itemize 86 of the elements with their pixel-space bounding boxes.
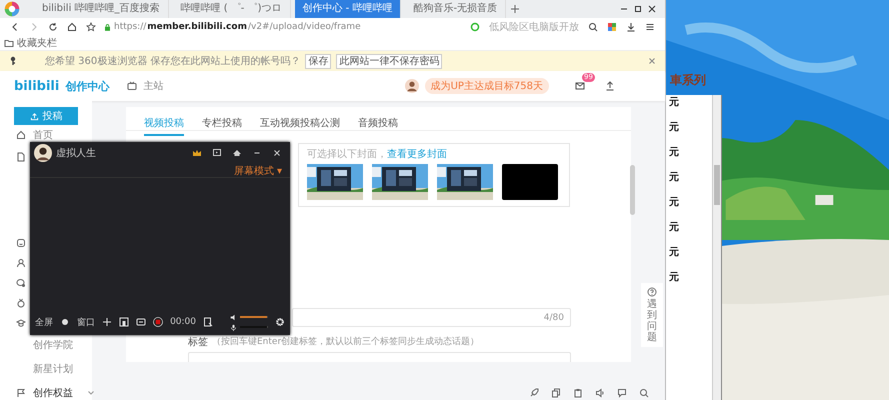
folder-icon: [4, 38, 14, 48]
sidebar-item[interactable]: 新星计划: [33, 362, 73, 376]
list-item[interactable]: 元: [669, 147, 712, 159]
rocket-icon[interactable]: [529, 388, 539, 398]
cover-thumbnail[interactable]: [502, 164, 558, 200]
new-tab-icon[interactable]: [510, 4, 520, 14]
upload-icon[interactable]: [605, 81, 615, 91]
speaker-icon[interactable]: [595, 388, 605, 398]
bookmarks-folder[interactable]: 收藏夹栏: [17, 36, 57, 50]
help-icon: [647, 287, 657, 297]
home-icon[interactable]: [16, 130, 26, 140]
graduation-cap-icon[interactable]: [16, 318, 26, 328]
clip-icon[interactable]: [203, 317, 213, 327]
search-icon[interactable]: [639, 388, 649, 398]
document-icon[interactable]: [16, 152, 26, 162]
close-icon[interactable]: [272, 148, 282, 158]
message-icon[interactable]: [575, 81, 585, 91]
window-option[interactable]: 窗口: [77, 316, 95, 328]
help-button[interactable]: 遇到问题: [641, 283, 663, 347]
list-item[interactable]: 元: [669, 172, 712, 184]
list-item[interactable]: 元: [669, 272, 712, 284]
medal-icon[interactable]: [16, 298, 26, 308]
upload-icon: [30, 112, 38, 120]
sidebar-item[interactable]: 首页: [33, 128, 53, 142]
character-counter: 4/80: [544, 312, 564, 322]
recording-time: 00:00: [170, 317, 196, 327]
circle-icon: [470, 22, 480, 32]
key-icon: [8, 56, 18, 66]
tv-icon: [127, 81, 138, 91]
camera-frame-icon[interactable]: [119, 317, 129, 327]
password-bar-button[interactable]: 保存: [305, 54, 332, 68]
clipboard-icon[interactable]: [573, 388, 583, 398]
restore-icon[interactable]: [633, 4, 643, 14]
browser-logo-icon[interactable]: [4, 1, 20, 17]
address-bar[interactable]: https://member.bilibili.com/v2#/upload/video/frame: [105, 22, 461, 32]
screen-icon[interactable]: [212, 148, 222, 158]
apps-icon[interactable]: [607, 22, 617, 32]
list-item[interactable]: 元: [669, 247, 712, 259]
person-icon[interactable]: [16, 258, 26, 268]
chat-icon[interactable]: [617, 388, 627, 398]
browser-tab[interactable]: 创作中心 - 哔哩哔哩: [294, 0, 402, 18]
tag-field[interactable]: [188, 352, 571, 362]
cover-hint: 可选择以下封面，: [307, 149, 387, 160]
list-item[interactable]: 元: [669, 122, 712, 134]
copy-icon[interactable]: [551, 388, 561, 398]
crown-icon[interactable]: [192, 148, 202, 158]
plus-icon[interactable]: [102, 317, 112, 327]
microphone-icon[interactable]: [230, 324, 237, 330]
avatar-icon[interactable]: [34, 144, 52, 162]
scrollbar[interactable]: [712, 95, 721, 400]
list-item[interactable]: 元: [669, 222, 712, 234]
scrollbar-thumb[interactable]: [630, 165, 635, 215]
menu-icon[interactable]: [645, 22, 655, 32]
list-item[interactable]: 元: [669, 197, 712, 209]
fullscreen-option[interactable]: 全屏: [35, 316, 53, 328]
main-site-link[interactable]: 主站: [143, 79, 164, 93]
username[interactable]: 虚拟人生: [56, 146, 96, 160]
chat-icon[interactable]: [16, 278, 26, 288]
volume-icon[interactable]: [230, 314, 237, 320]
sidebar-item[interactable]: 创作权益: [33, 386, 73, 400]
upload-tab[interactable]: 音频投稿: [358, 116, 398, 134]
download-icon[interactable]: [626, 22, 636, 32]
upload-tab[interactable]: 专栏投稿: [202, 116, 242, 134]
home-icon[interactable]: [232, 148, 242, 158]
sidebar-item[interactable]: 创作学院: [33, 338, 73, 352]
close-icon[interactable]: [647, 4, 657, 14]
site-title: 创作中心: [65, 78, 110, 94]
tag-label: 标签: [188, 336, 208, 349]
upload-tab[interactable]: 互动视频投稿公测: [260, 116, 340, 134]
radio-dot-icon[interactable]: [60, 317, 70, 327]
settings-icon[interactable]: [275, 317, 285, 327]
avatar-icon[interactable]: [404, 79, 419, 93]
back-icon[interactable]: [10, 22, 20, 32]
smile-icon[interactable]: [16, 238, 26, 248]
list-item[interactable]: 元: [669, 97, 712, 109]
password-bar-button[interactable]: 此网站一律不保存密码: [336, 54, 442, 68]
flag-icon[interactable]: [16, 388, 26, 398]
star-icon[interactable]: [86, 22, 96, 32]
search-icon[interactable]: [588, 22, 598, 32]
reload-icon[interactable]: [48, 22, 58, 32]
window-title: 車系列: [669, 72, 707, 89]
mode-dropdown[interactable]: 屏幕模式 ▾: [234, 164, 282, 177]
screen-record-icon[interactable]: [136, 317, 146, 327]
save-password-message: 您希望 360极速浏览器 保存您在此网站上使用的帐号吗？: [45, 54, 300, 68]
tag-hint: （按回车键Enter创建标签，默认以前三个标签同步生成动态话题）: [212, 336, 480, 349]
home-icon[interactable]: [67, 22, 77, 32]
